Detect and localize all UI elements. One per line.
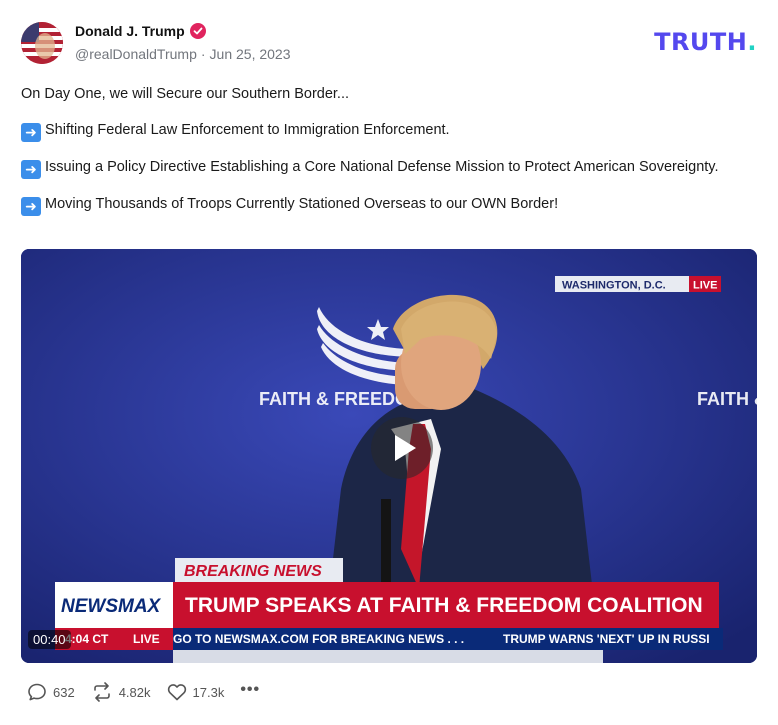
brand-name: TRUTH <box>654 28 748 56</box>
post-body: On Day One, we will Secure our Southern … <box>21 84 757 231</box>
ticker-text: GO TO NEWSMAX.COM FOR BREAKING NEWS . . … <box>173 632 464 646</box>
live-bug: LIVE <box>693 280 717 292</box>
separator: · <box>200 46 206 62</box>
post-item-text: Shifting Federal Law Enforcement to Immi… <box>45 122 450 138</box>
brand-dot: . <box>747 28 757 56</box>
display-name[interactable]: Donald J. Trump <box>75 23 185 39</box>
handle[interactable]: @realDonaldTrump <box>75 46 197 62</box>
ticker-text-2: TRUMP WARNS 'NEXT' UP IN RUSSI <box>503 632 710 646</box>
video-timestamp: 00:40 <box>28 630 71 649</box>
verified-badge-icon <box>189 23 206 39</box>
post-actions: 632 4.82k 17.3k ••• <box>27 681 276 702</box>
right-arrow-icon: ➜ <box>21 123 41 142</box>
heart-icon <box>167 684 186 701</box>
post-date[interactable]: Jun 25, 2023 <box>210 46 291 62</box>
retruth-icon <box>93 682 110 702</box>
reply-button[interactable]: 632 <box>27 682 75 702</box>
post-header: Donald J. Trump @realDonaldTrump · Jun 2… <box>21 20 757 66</box>
retruth-button[interactable]: 4.82k <box>91 682 151 702</box>
play-button[interactable] <box>371 417 433 479</box>
clock: 4:04 CT <box>65 632 109 646</box>
like-button[interactable]: 17.3k <box>167 683 225 701</box>
play-icon <box>395 435 416 461</box>
post-item-text: Moving Thousands of Troops Currently Sta… <box>45 196 559 212</box>
right-arrow-icon: ➜ <box>21 197 41 216</box>
network-logo: NEWSMAX <box>61 596 162 617</box>
truth-social-logo[interactable]: TRUTH. <box>654 28 757 56</box>
right-arrow-icon: ➜ <box>21 160 41 179</box>
ticker-live: LIVE <box>133 632 160 646</box>
breaking-label: BREAKING NEWS <box>184 563 322 580</box>
more-options-button[interactable]: ••• <box>240 681 260 699</box>
post-intro: On Day One, we will Secure our Southern … <box>21 86 350 102</box>
post-item: ➜ Issuing a Policy Directive Establishing… <box>21 157 757 179</box>
post-item: ➜ Moving Thousands of Troops Currently St… <box>21 194 757 216</box>
reply-count: 632 <box>53 684 75 700</box>
post-item-text: Issuing a Policy Directive Establishing … <box>45 159 719 175</box>
retruth-count: 4.82k <box>118 684 151 700</box>
location-bug: WASHINGTON, D.C. <box>562 280 666 292</box>
avatar[interactable] <box>21 22 63 64</box>
backdrop-text-right: FAITH & <box>697 389 757 409</box>
headline: TRUMP SPEAKS AT FAITH & FREEDOM COALITIO… <box>185 594 703 617</box>
reply-icon <box>28 683 46 701</box>
post-item: ➜ Shifting Federal Law Enforcement to Imm… <box>21 120 757 142</box>
video-player[interactable]: FAITH & FREEDOM FAITH & WASHINGTON, D.C.… <box>21 249 757 663</box>
like-count: 17.3k <box>192 684 225 700</box>
